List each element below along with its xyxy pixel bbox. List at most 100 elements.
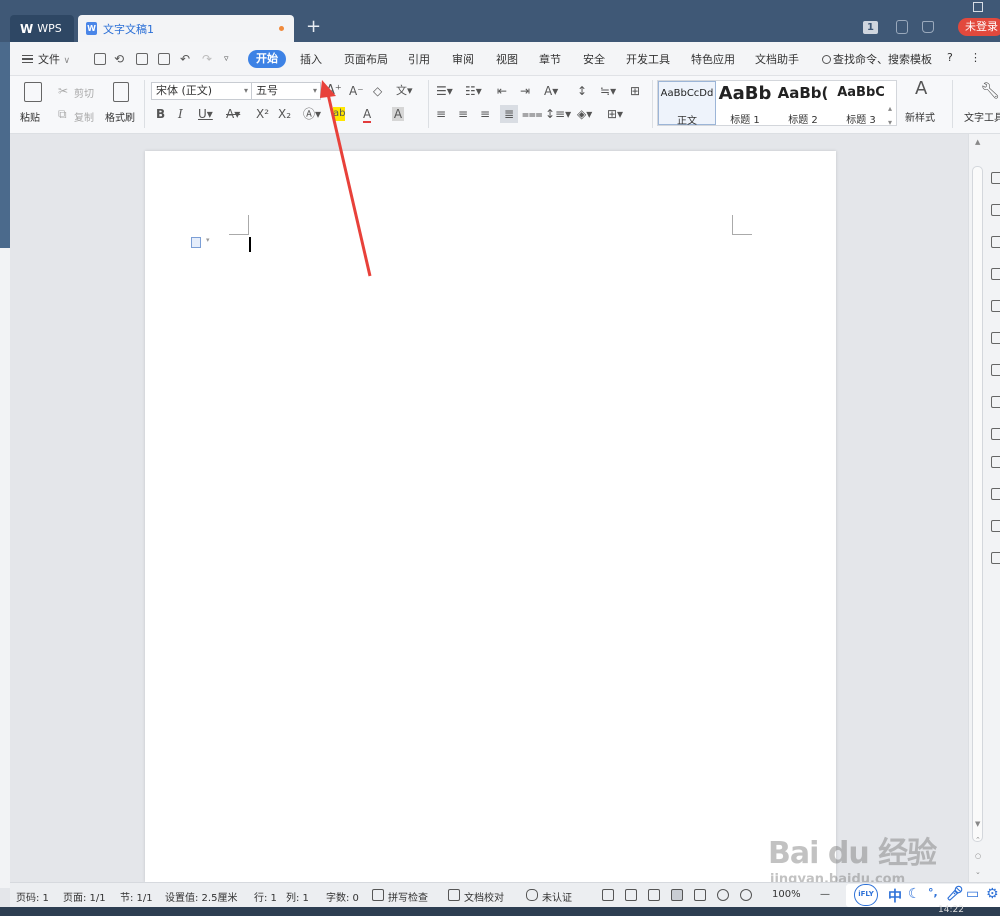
format-painter-icon[interactable] [113,82,129,102]
status-section[interactable]: 节: 1/1 [120,889,153,904]
style-pane-icon[interactable] [991,172,1000,184]
strikethrough-icon[interactable]: A▾ [226,107,240,121]
bold-icon[interactable]: B [156,107,165,121]
status-row[interactable]: 行: 1 [254,889,277,904]
format-painter-button[interactable]: 格式刷 [105,109,135,124]
align-left-icon[interactable]: ≡ [436,107,446,121]
increase-indent-icon[interactable]: ⇥ [520,84,530,98]
read-mode-icon[interactable] [625,889,637,901]
more-button[interactable]: ⋮ [970,51,981,64]
material-pane-icon[interactable] [991,300,1000,312]
bullet-list-icon[interactable]: ☰▾ [436,84,453,98]
print-icon[interactable] [136,53,148,65]
undo-icon[interactable]: ↶ [180,52,190,66]
status-setting[interactable]: 设置值: 2.5厘米 [165,889,237,904]
wps-home-tab[interactable]: W WPS [10,15,74,42]
eye-protection-icon[interactable] [740,889,752,901]
help-icon[interactable] [991,552,1000,564]
menu-tab-layout[interactable]: 页面布局 [344,51,388,67]
login-button[interactable]: 未登录 [958,18,1000,36]
copy-icon[interactable]: ⧉ [58,107,67,121]
edit-pane-icon[interactable] [991,364,1000,376]
menu-tab-view[interactable]: 视图 [496,51,518,67]
shading-icon[interactable]: ◈▾ [577,107,592,121]
maximize-icon[interactable] [973,2,983,12]
zoom-level[interactable]: 100% [772,889,801,900]
translate-icon[interactable] [991,396,1000,408]
shape-pane-icon[interactable] [991,236,1000,248]
copy-button[interactable]: 复制 [74,109,94,124]
style-normal[interactable]: AaBbCcDd 正文 [658,81,716,127]
menu-tab-review[interactable]: 审阅 [452,51,474,67]
microphone-icon[interactable]: 🎤︎ [946,886,964,902]
distributed-icon[interactable]: ⩶ [522,107,543,121]
style-heading-2[interactable]: AaBb( 标题 2 [774,81,832,126]
align-center-icon[interactable]: ≡ [458,107,468,121]
command-search[interactable]: 查找命令、搜索模板 [822,51,932,67]
window-count-badge[interactable]: 1 [863,21,878,34]
scroll-down-icon[interactable]: ▼ [975,820,980,828]
menu-tab-developer[interactable]: 开发工具 [626,51,670,67]
image-icon[interactable] [991,456,1000,468]
style-heading-3[interactable]: AaBbC 标题 3 [832,81,890,126]
zoom-out-icon[interactable]: — [820,889,830,900]
archive-icon[interactable] [991,428,1000,440]
customize-icon[interactable]: ▿ [224,52,229,66]
next-page-icon[interactable]: ⌄ [975,868,981,876]
menu-tab-insert[interactable]: 插入 [300,51,322,67]
borders-icon[interactable]: ⊞▾ [607,107,623,121]
show-marks-icon[interactable]: ≒▾ [600,84,616,98]
cut-icon[interactable]: ✂ [58,84,68,98]
new-style-button[interactable]: 新样式 [905,109,935,124]
ime-language[interactable]: 中 [888,886,902,906]
file-menu[interactable]: 文件 ∨ [22,51,70,67]
font-name-select[interactable]: 宋体 (正文) ▾ [151,82,252,100]
certification-status[interactable]: 未认证 [542,889,572,904]
text-tools-button[interactable]: 文字工具 [964,109,1000,124]
paragraph-layout-icon[interactable] [191,236,210,248]
document-tab[interactable]: W 文字文稿1 [78,15,294,42]
align-right-icon[interactable]: ≡ [480,107,490,121]
paste-icon[interactable] [24,82,42,102]
backup-icon[interactable] [991,520,1000,532]
underline-icon[interactable]: U▾ [198,107,213,121]
status-pages[interactable]: 页面: 1/1 [63,889,106,904]
vertical-scrollbar[interactable] [972,166,983,842]
subscript-icon[interactable]: X₂ [278,107,291,121]
property-pane-icon[interactable] [991,268,1000,280]
superscript-icon[interactable]: X² [256,107,269,121]
wrench-icon[interactable]: 🔧︎ [980,83,1000,99]
settings-gear-icon[interactable]: ⚙ [986,886,999,902]
numbered-list-icon[interactable]: ☷▾ [465,84,482,98]
cut-button[interactable]: 剪切 [74,85,94,100]
page-view-icon[interactable] [671,889,683,901]
output-icon[interactable]: ⟲ [114,52,124,66]
skin-icon[interactable] [896,20,908,34]
menu-tab-chapter[interactable]: 章节 [539,51,561,67]
status-page-number[interactable]: 页码: 1 [16,889,49,904]
select-pane-icon[interactable] [991,204,1000,216]
spell-check-button[interactable]: 拼写检查 [388,889,428,904]
scroll-up-icon[interactable]: ▲ [975,138,980,146]
text-direction-icon[interactable]: A▾ [544,84,558,98]
document-page[interactable] [145,151,836,882]
new-style-icon[interactable]: A [915,80,927,98]
web-view-icon[interactable] [717,889,729,901]
menu-tab-features[interactable]: 特色应用 [691,51,735,67]
menu-tab-references[interactable]: 引用 [408,51,430,67]
menu-tab-doc-assistant[interactable]: 文档助手 [755,51,799,67]
help-button[interactable]: ? [947,51,953,64]
char-shading-icon[interactable]: A [392,107,404,121]
justify-icon[interactable]: ≣ [500,105,518,123]
status-column[interactable]: 列: 1 [286,889,309,904]
paste-button[interactable]: 粘贴 [20,109,40,124]
sync-icon[interactable] [991,488,1000,500]
sort-icon[interactable]: ↕ [577,84,587,98]
decrease-indent-icon[interactable]: ⇤ [497,84,507,98]
style-heading-1[interactable]: AaBb 标题 1 [716,81,774,126]
save-icon[interactable] [94,53,106,65]
punctuation-icon[interactable]: °, [928,886,938,899]
status-word-count[interactable]: 字数: 0 [326,889,359,904]
ifly-logo-icon[interactable]: iFLY [854,884,878,906]
line-spacing-icon[interactable]: ↕≡▾ [545,107,571,121]
